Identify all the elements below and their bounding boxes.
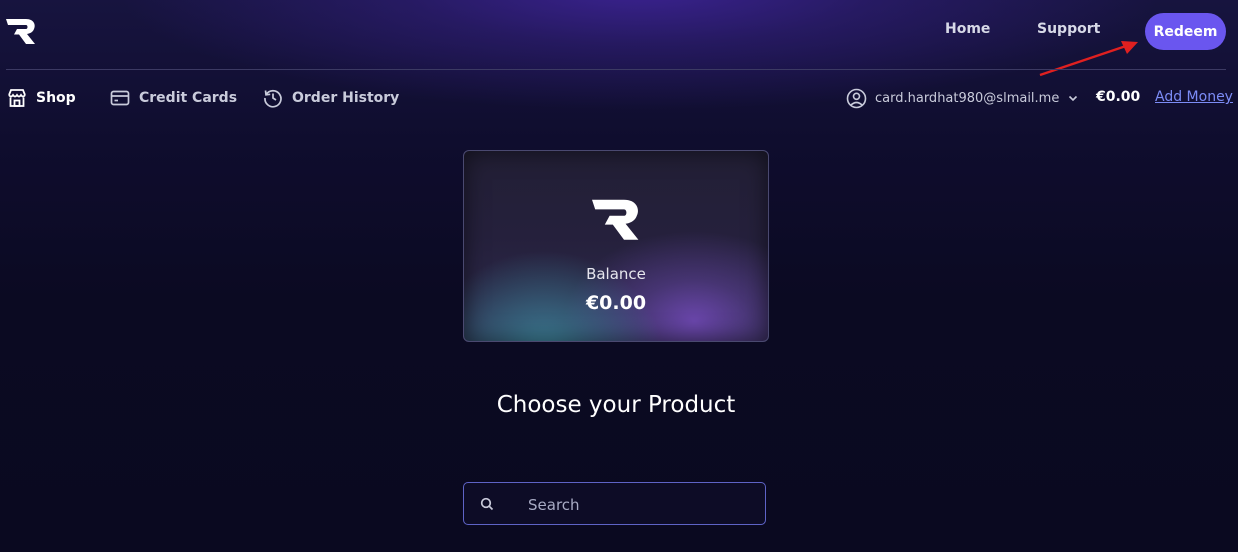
store-icon xyxy=(8,89,26,107)
search-input[interactable] xyxy=(526,483,760,526)
header-divider xyxy=(6,69,1226,70)
balance-label: Balance xyxy=(586,265,646,283)
redeem-button[interactable]: Redeem xyxy=(1145,13,1226,50)
balance-amount: €0.00 xyxy=(585,292,647,314)
search-icon xyxy=(480,497,494,511)
subnav-item-label: Shop xyxy=(36,90,76,106)
subnav-item-shop[interactable]: Shop xyxy=(7,86,76,110)
nav-support-link[interactable]: Support xyxy=(1037,21,1100,37)
annotation-arrow xyxy=(1039,41,1138,77)
subnav-item-label: Order History xyxy=(292,90,400,106)
brand-logo-icon[interactable] xyxy=(4,16,38,46)
brand-r-logo-icon xyxy=(592,199,639,240)
search-box[interactable] xyxy=(463,482,766,526)
header-balance: €0.00 xyxy=(1096,89,1141,105)
user-avatar-icon xyxy=(846,88,867,108)
balance-card: Balance €0.00 xyxy=(463,150,769,342)
history-icon xyxy=(264,89,282,108)
subnav-item-order-history[interactable]: Order History xyxy=(263,86,399,110)
subnav-item-label: Credit Cards xyxy=(139,90,238,106)
subnav-item-credit-cards[interactable]: Credit Cards xyxy=(110,86,237,110)
add-money-link[interactable]: Add Money xyxy=(1155,89,1233,105)
chevron-down-icon xyxy=(1069,95,1078,102)
account-email: card.hardhat980@slmail.me xyxy=(875,90,1060,106)
credit-card-icon xyxy=(110,90,130,106)
page-heading: Choose your Product xyxy=(496,392,736,418)
nav-home-link[interactable]: Home xyxy=(945,21,990,37)
account-menu[interactable]: card.hardhat980@slmail.me xyxy=(846,86,1079,110)
